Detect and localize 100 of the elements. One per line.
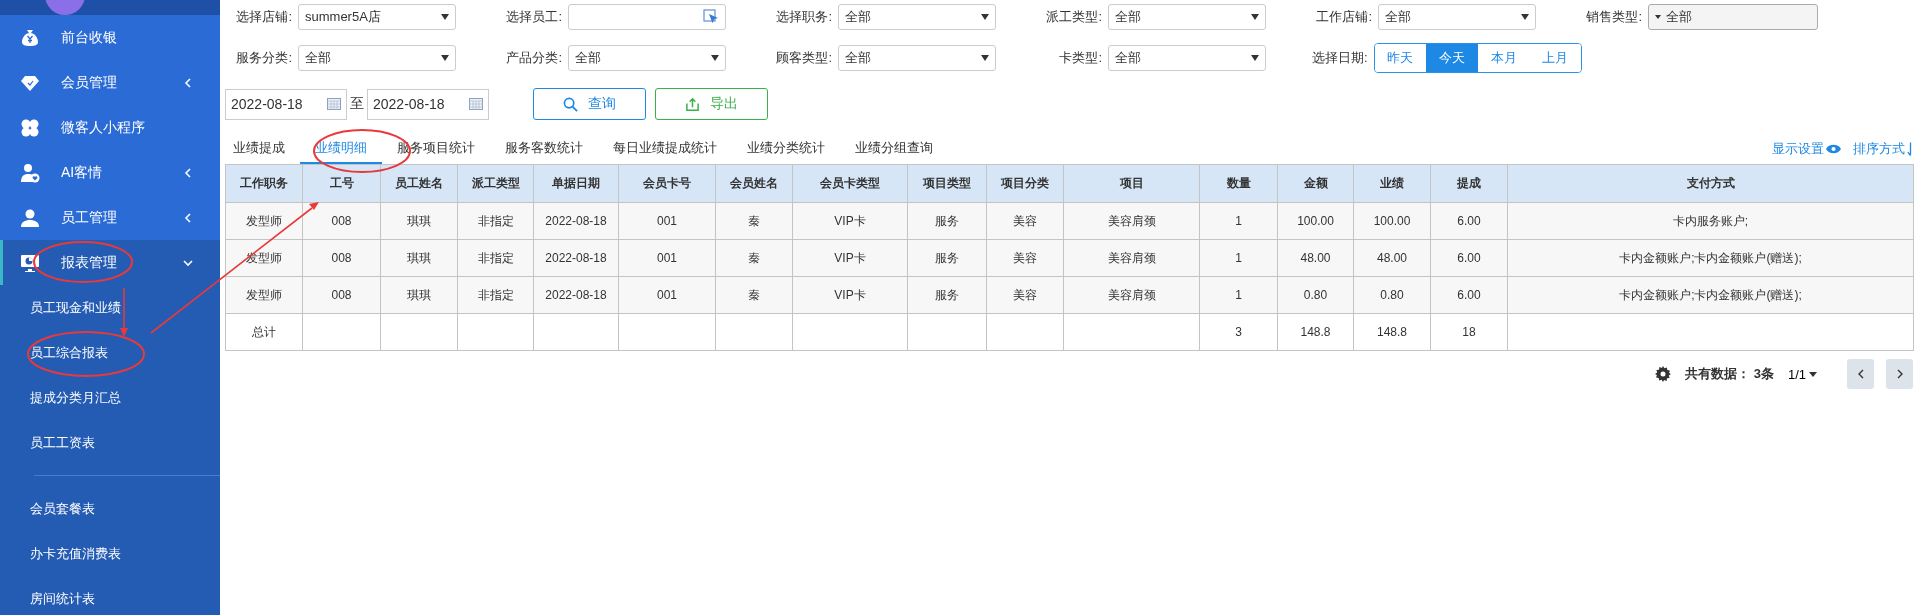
tab[interactable]: 业绩分组查询 (840, 134, 948, 164)
select-field[interactable]: 全部 (1378, 4, 1536, 30)
tab[interactable]: 业绩提成 (225, 134, 300, 164)
column-header[interactable]: 项目类型 (907, 164, 987, 203)
tab[interactable]: 每日业绩提成统计 (598, 134, 732, 164)
submenu-item[interactable]: 员工综合报表 (0, 330, 220, 375)
table-cell: 美容肩颈 (1063, 239, 1200, 277)
filter-label: 卡类型: (1058, 49, 1102, 67)
employee-field[interactable] (568, 4, 726, 30)
column-header[interactable]: 会员卡类型 (792, 164, 908, 203)
select-field[interactable]: 全部 (298, 45, 456, 71)
calendar-icon (327, 98, 341, 110)
column-header[interactable]: 单据日期 (533, 164, 619, 203)
column-header[interactable]: 派工类型 (457, 164, 534, 203)
column-header[interactable]: 项目 (1063, 164, 1200, 203)
column-header[interactable]: 业绩 (1353, 164, 1431, 203)
table-cell: 秦 (715, 276, 793, 314)
table-cell: 001 (618, 239, 716, 277)
submenu-item[interactable]: 会员套餐表 (0, 486, 220, 531)
select-field[interactable]: summer5A店 (298, 4, 456, 30)
table-cell: 美容肩颈 (1063, 202, 1200, 240)
table-cell: 服务 (907, 202, 987, 240)
table-cell: 发型师 (225, 239, 303, 277)
filter-label: 产品分类: (505, 49, 562, 67)
table-cell: 琪琪 (380, 202, 458, 240)
table-cell: 美容 (986, 276, 1064, 314)
chevron-left-icon (183, 167, 193, 178)
table-cell: 秦 (715, 202, 793, 240)
column-header[interactable]: 工作职务 (225, 164, 303, 203)
tab[interactable]: 业绩分类统计 (732, 134, 840, 164)
column-header[interactable]: 支付方式 (1507, 164, 1914, 203)
table-cell: 6.00 (1430, 239, 1508, 277)
page-dropdown[interactable]: 1/1 (1781, 365, 1823, 383)
table-cell: 卡内服务账户; (1507, 202, 1914, 240)
table-cell: 1 (1199, 202, 1278, 240)
submenu-item[interactable]: 员工现金和业绩 (0, 285, 220, 330)
tab[interactable]: 服务客数统计 (490, 134, 598, 164)
nav-label: AI客情 (61, 163, 104, 182)
column-header[interactable]: 会员卡号 (618, 164, 716, 203)
column-header[interactable]: 员工姓名 (380, 164, 458, 203)
submenu-item[interactable]: 员工工资表 (0, 420, 220, 465)
table-cell: 琪琪 (380, 276, 458, 314)
display-settings-link[interactable]: 显示设置 (1772, 140, 1841, 158)
table-cell: 美容 (986, 239, 1064, 277)
next-page-button[interactable] (1886, 359, 1913, 389)
table-cell: 美容 (986, 202, 1064, 240)
table-cell: 服务 (907, 276, 987, 314)
select-field[interactable]: 全部 (838, 45, 996, 71)
nav-item[interactable]: AI客情 (0, 150, 220, 195)
table-cell: 非指定 (457, 276, 534, 314)
nav-item[interactable]: 前台收银 (0, 15, 220, 60)
table-cell: 1 (1199, 239, 1278, 277)
date-field[interactable]: 2022-08-18 (225, 88, 347, 120)
table-cell: 6.00 (1430, 276, 1508, 314)
select-field[interactable]: 全部 (568, 45, 726, 71)
table-cell: VIP卡 (792, 276, 908, 314)
column-header[interactable]: 会员姓名 (715, 164, 793, 203)
date-option[interactable]: 今天 (1426, 44, 1478, 72)
column-header[interactable]: 工号 (302, 164, 381, 203)
nav-item[interactable]: 员工管理 (0, 195, 220, 240)
filter-label: 选择员工: (505, 8, 562, 26)
nav-label: 微客人小程序 (61, 118, 146, 137)
filter-label: 工作店铺: (1315, 8, 1372, 26)
sort-link[interactable]: 排序方式 (1853, 140, 1914, 158)
upload-tray-icon (685, 96, 700, 112)
table-cell: 001 (618, 202, 716, 240)
person-heart-icon (20, 162, 40, 183)
submenu-item[interactable]: 提成分类月汇总 (0, 375, 220, 420)
column-header[interactable]: 金额 (1277, 164, 1354, 203)
select-field[interactable]: 全部 (1108, 4, 1266, 30)
column-header[interactable]: 数量 (1199, 164, 1278, 203)
table-cell: 卡内金额账户;卡内金额账户(赠送); (1507, 276, 1914, 314)
chevron-down-icon (183, 257, 193, 268)
monitor-chart-icon (20, 252, 40, 273)
date-field[interactable]: 2022-08-18 (367, 88, 489, 120)
table-cell: 0.80 (1277, 276, 1354, 314)
cursor-select-icon[interactable] (703, 9, 719, 25)
money-bag-icon (20, 27, 40, 48)
table-cell: 48.00 (1353, 239, 1431, 277)
submenu-item[interactable]: 办卡充值消费表 (0, 531, 220, 576)
nav-item[interactable]: 会员管理 (0, 60, 220, 105)
table-cell: 2022-08-18 (533, 276, 619, 314)
table-cell: 服务 (907, 239, 987, 277)
nav-item[interactable]: 微客人小程序 (0, 105, 220, 150)
table-cell: 008 (302, 239, 381, 277)
column-header[interactable]: 项目分类 (986, 164, 1064, 203)
person-icon (20, 207, 40, 228)
select-field[interactable]: 全部 (838, 4, 996, 30)
select-field[interactable]: 全部 (1648, 4, 1818, 30)
nav-label: 前台收银 (61, 28, 118, 47)
nav-label: 员工管理 (61, 208, 118, 227)
table-cell: 48.00 (1277, 239, 1354, 277)
select-field[interactable]: 全部 (1108, 45, 1266, 71)
previous-page-button[interactable] (1847, 359, 1874, 389)
submenu-item[interactable]: 房间统计表 (0, 576, 220, 615)
table-cell: 1 (1199, 276, 1278, 314)
settings-icon[interactable] (1654, 366, 1671, 382)
column-header[interactable]: 提成 (1430, 164, 1508, 203)
search-button[interactable]: 查询 (533, 88, 646, 120)
table-cell: 美容肩颈 (1063, 276, 1200, 314)
